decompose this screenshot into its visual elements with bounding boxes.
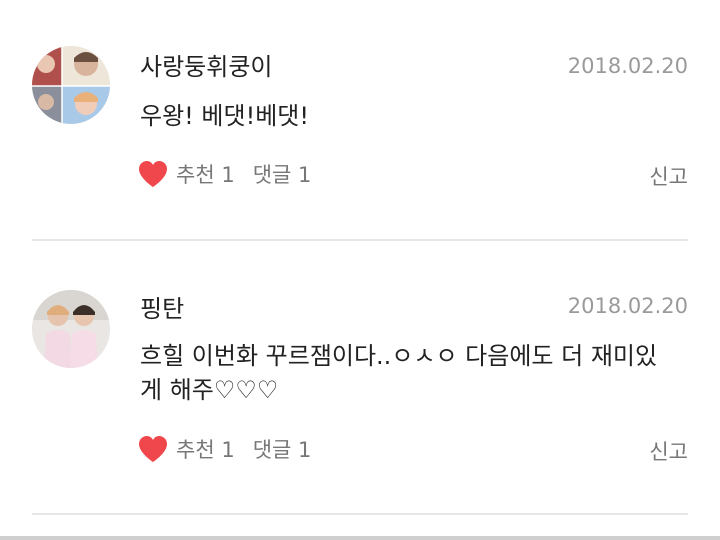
comment-date: 2018.02.20 [567, 54, 688, 78]
comment-actions: 추천 1 댓글 1 [138, 158, 311, 190]
reply-count[interactable]: 댓글 1 [253, 434, 312, 464]
comment-author[interactable]: 핑탄 [140, 295, 184, 324]
avatar-photo-image [32, 290, 110, 368]
comment-author[interactable]: 사랑둥휘쿵이 [140, 53, 272, 82]
report-button[interactable]: 신고 [649, 161, 688, 191]
like-count[interactable]: 추천 1 [176, 434, 235, 464]
comment-text: 우왕! 베댓!베댓! [140, 102, 309, 130]
avatar[interactable] [32, 46, 110, 124]
comment-text: 흐힐 이번화 꾸르잼이다..ㅇㅅㅇ 다음에도 더 재미있게 해주♡♡♡ [140, 342, 658, 404]
like-count[interactable]: 추천 1 [176, 159, 235, 189]
heart-icon[interactable] [138, 160, 168, 188]
comment-actions: 추천 1 댓글 1 [138, 433, 311, 465]
avatar[interactable] [32, 290, 110, 368]
avatar-collage-image [32, 46, 110, 124]
heart-icon[interactable] [138, 435, 168, 463]
reply-count[interactable]: 댓글 1 [253, 159, 312, 189]
bottom-edge [0, 536, 720, 540]
divider [32, 513, 688, 515]
divider [32, 239, 688, 241]
report-button[interactable]: 신고 [649, 436, 688, 466]
comment-list: 사랑둥휘쿵이 2018.02.20 우왕! 베댓!베댓! 추천 1 댓글 1 신… [0, 0, 720, 540]
comment-date: 2018.02.20 [567, 294, 688, 318]
